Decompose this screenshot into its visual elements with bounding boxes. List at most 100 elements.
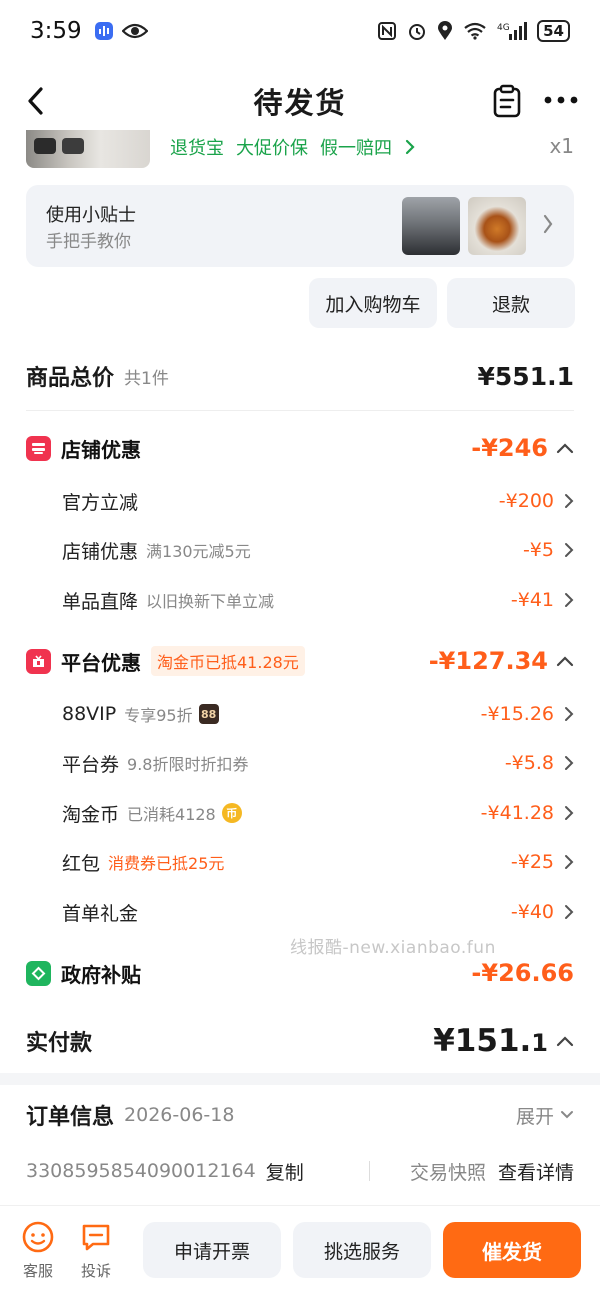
platform-discount-amount: -¥127.34	[428, 647, 548, 675]
chevron-up-icon	[556, 1036, 574, 1047]
discount-amount: -¥5	[522, 539, 554, 561]
status-bar: 3:59 4G 54	[0, 0, 600, 62]
chevron-down-icon	[561, 1111, 573, 1119]
coin-icon: 币	[221, 803, 242, 823]
divider	[26, 410, 574, 411]
chevron-up-icon	[556, 443, 574, 454]
service-price-protect: 大促价保	[236, 138, 308, 159]
customer-service-button[interactable]: 客服	[16, 1220, 60, 1281]
discount-amount: -¥25	[510, 851, 554, 873]
gov-subsidy-label: 政府补贴	[61, 962, 141, 987]
back-button[interactable]	[20, 84, 50, 118]
discount-amount: -¥41.28	[480, 802, 554, 824]
chevron-right-icon	[542, 213, 554, 239]
complain-button[interactable]: 投诉	[74, 1220, 118, 1281]
store-discount-header[interactable]: 店铺优惠 -¥246	[26, 428, 574, 468]
divider	[368, 1161, 370, 1181]
select-service-button[interactable]: 挑选服务	[293, 1222, 431, 1278]
tips-image-2	[468, 197, 526, 255]
chevron-right-icon	[405, 139, 415, 155]
more-button[interactable]	[544, 90, 578, 114]
discount-item-red-packet[interactable]: 红包 消费券已抵25元 -¥25	[62, 845, 574, 879]
copy-button[interactable]: 复制	[266, 1158, 304, 1185]
discount-item-platform-coupon[interactable]: 平台券 9.8折限时折扣券 -¥5.8	[62, 746, 574, 780]
gov-subsidy-amount: -¥26.66	[471, 959, 574, 987]
discount-item-taojinbi[interactable]: 淘金币 已消耗4128 币 -¥41.28	[62, 796, 574, 830]
order-number: 3308595854090012164	[26, 1160, 256, 1182]
signal-icon: 4G	[497, 21, 528, 41]
chevron-up-icon	[556, 656, 574, 667]
discount-item-store[interactable]: 店铺优惠 满130元减5元 -¥5	[62, 533, 574, 567]
service-fake-compensation: 假一赔四	[320, 138, 392, 159]
platform-discount-label: 平台优惠	[61, 650, 141, 675]
discount-item-first-order[interactable]: 首单礼金 -¥40	[62, 895, 574, 929]
order-number-row: 3308595854090012164 复制 交易快照 查看详情	[26, 1153, 574, 1189]
chevron-right-icon	[565, 905, 574, 919]
battery-indicator: 54	[537, 20, 570, 42]
tips-image-1	[402, 197, 460, 255]
more-dots-icon	[544, 96, 578, 104]
order-info-header: 订单信息 2026-06-18 展开	[26, 1097, 574, 1133]
goods-total-price: ¥551.1	[477, 361, 574, 391]
discount-amount: -¥40	[510, 901, 554, 923]
urge-shipment-button[interactable]: 催发货	[443, 1222, 581, 1278]
complain-icon	[82, 1224, 110, 1251]
alarm-icon	[407, 21, 427, 41]
refund-button[interactable]: 退款	[447, 278, 575, 328]
paid-row[interactable]: 实付款 ¥151.1	[26, 1019, 574, 1063]
customer-service-icon	[22, 1221, 54, 1253]
store-discount-amount: -¥246	[471, 434, 548, 462]
store-discount-label: 店铺优惠	[61, 437, 141, 462]
store-icon	[26, 435, 51, 461]
chevron-right-icon	[565, 756, 574, 770]
chevron-right-icon	[565, 707, 574, 721]
usage-tips-card[interactable]: 使用小贴士 手把手教你	[26, 185, 574, 267]
discount-amount: -¥200	[498, 490, 554, 512]
status-time: 3:59	[30, 18, 82, 44]
product-thumbnail[interactable]	[26, 130, 150, 168]
goods-total-label: 商品总价	[26, 366, 115, 391]
nav-bar: 待发货	[0, 68, 600, 134]
view-details-link[interactable]: 查看详情	[498, 1158, 574, 1185]
goods-count: 共1件	[124, 368, 169, 389]
wifi-icon	[463, 22, 487, 40]
chevron-right-icon	[565, 593, 574, 607]
discount-amount: -¥15.26	[480, 703, 554, 725]
product-services[interactable]: 退货宝 大促价保 假一赔四	[170, 134, 416, 160]
order-info-title: 订单信息	[26, 1105, 115, 1130]
gov-subsidy-icon	[26, 960, 51, 986]
tips-title: 使用小贴士	[46, 205, 136, 226]
voice-app-icon	[94, 21, 114, 41]
section-separator	[0, 1073, 600, 1085]
chevron-left-icon	[28, 87, 43, 115]
expand-button[interactable]: 展开	[516, 1102, 574, 1129]
paid-amount: ¥151.1	[433, 1023, 548, 1059]
platform-icon	[26, 648, 51, 674]
eye-icon	[121, 22, 148, 40]
discount-item-direct-drop[interactable]: 单品直降 以旧换新下单立减 -¥41	[62, 583, 574, 617]
location-icon	[437, 21, 453, 41]
88vip-badge-icon: 88	[198, 704, 219, 724]
service-return-insurance: 退货宝	[170, 138, 224, 159]
snapshot-link[interactable]: 交易快照	[410, 1158, 486, 1185]
order-date: 2026-06-18	[124, 1104, 235, 1126]
gov-subsidy-row: 政府补贴 -¥26.66	[26, 953, 574, 993]
discount-amount: -¥5.8	[504, 752, 554, 774]
clipboard-icon	[493, 84, 521, 118]
nfc-icon	[377, 21, 397, 41]
chevron-right-icon	[565, 543, 574, 557]
add-to-cart-button[interactable]: 加入购物车	[309, 278, 437, 328]
platform-discount-header[interactable]: 平台优惠 淘金币已抵41.28元 -¥127.34	[26, 641, 574, 681]
chevron-right-icon	[565, 806, 574, 820]
svg-text:4G: 4G	[497, 23, 510, 33]
request-invoice-button[interactable]: 申请开票	[143, 1222, 281, 1278]
taojinbi-tag: 淘金币已抵41.28元	[151, 646, 305, 676]
discount-item-official[interactable]: 官方立减 -¥200	[62, 484, 574, 518]
goods-total-row: 商品总价 共1件 ¥551.1	[26, 356, 574, 396]
discount-item-88vip[interactable]: 88VIP 专享95折 88 -¥15.26	[62, 697, 574, 731]
tips-subtitle: 手把手教你	[46, 232, 131, 252]
quantity: x1	[549, 134, 574, 158]
chevron-right-icon	[565, 855, 574, 869]
discount-amount: -¥41	[510, 589, 554, 611]
clipboard-button[interactable]	[492, 84, 522, 122]
